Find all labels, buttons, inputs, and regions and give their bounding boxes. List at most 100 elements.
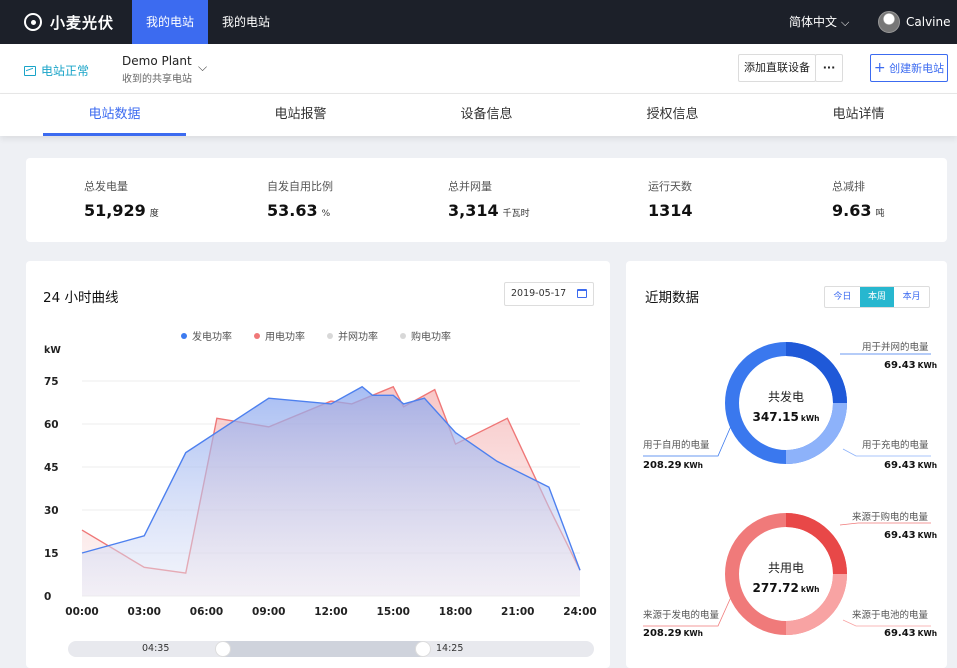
donut-total: 277.72: [752, 581, 799, 595]
summary-stats: 总发电量 51,929 度 自发自用比例 53.63% 总并网量 3,314 千瓦时…: [26, 158, 947, 242]
x-tick-label: 12:00: [314, 606, 347, 618]
chevron-down-icon[interactable]: ⌵: [198, 60, 207, 75]
y-tick-label: 0: [44, 591, 51, 603]
stat-grid-export: 总并网量 3,314 千瓦时: [448, 178, 530, 220]
donut-unit: kWh: [800, 585, 820, 594]
gen-charge-label: 用于充电的电量: [862, 440, 929, 451]
use-generation-label: 来源于发电的电量: [643, 610, 720, 621]
use-battery-value: 69.43 KWh: [884, 628, 937, 639]
recent-data-card: 近期数据 今日 本周 本月 共发电 347.15kWh 用于并网的电量 69.: [626, 261, 947, 668]
gen-grid-label: 用于并网的电量: [862, 342, 929, 353]
tab-authorization[interactable]: 授权信息: [601, 94, 744, 136]
more-button[interactable]: ···: [815, 54, 843, 82]
stat-total-generation: 总发电量 51,929 度: [84, 178, 159, 220]
stat-value: 3,314: [448, 201, 499, 220]
tab-plant-alarms[interactable]: 电站报警: [229, 94, 372, 136]
slider-handle-start[interactable]: [215, 641, 231, 657]
gen-grid-value: 69.43 KWh: [884, 360, 937, 371]
stat-running-days: 运行天数 1314: [648, 178, 697, 220]
value-unit: KWh: [683, 461, 704, 470]
curve-card: 24 小时曲线 2019-05-17 发电功率 用电功率 并网功率 购电功率 0…: [26, 261, 610, 668]
plant-header: 电站正常 Demo Plant 收到的共享电站 ⌵ 添加直联设备 ··· + 创…: [0, 44, 957, 94]
monitor-icon: [24, 65, 36, 76]
generation-total: 共发电 347.15 kWh: [741, 388, 831, 424]
y-tick-label: 75: [44, 376, 59, 388]
slider-start-label: 04:35: [142, 643, 170, 654]
stat-value: 51,929: [84, 201, 146, 220]
y-axis-label: kW: [44, 345, 61, 356]
use-generation-value: 208.29 KWh: [643, 628, 703, 639]
plus-icon: +: [873, 60, 886, 76]
slider-range: [223, 641, 423, 657]
value-unit: KWh: [917, 361, 938, 370]
app-logo[interactable]: 小麦光伏: [24, 0, 114, 44]
top-bar: 小麦光伏 我的电站 我的电站 简体中文 ⌵ Calvine: [0, 0, 957, 44]
gen-charge-value: 69.43 KWh: [884, 460, 937, 471]
stat-value: 1314: [648, 201, 693, 220]
donut-title: 共用电: [767, 561, 804, 575]
value-text: 69.43: [884, 628, 916, 639]
value-text: 208.29: [643, 460, 682, 471]
use-purchase-label: 来源于购电的电量: [852, 512, 929, 523]
language-selector[interactable]: 简体中文 ⌵: [789, 0, 849, 44]
slider-end-label: 14:25: [436, 643, 464, 654]
x-tick-label: 21:00: [501, 606, 534, 618]
stat-self-use-ratio: 自发自用比例 53.63%: [267, 178, 333, 220]
tab-device-info[interactable]: 设备信息: [415, 94, 558, 136]
gen-self-use-label: 用于自用的电量: [643, 440, 710, 451]
stat-label: 总并网量: [448, 180, 492, 193]
create-plant-label: 创建新电站: [889, 62, 945, 75]
generation-area: [82, 386, 580, 596]
chevron-down-icon: ⌵: [841, 16, 850, 29]
plant-status: 电站正常: [24, 62, 89, 79]
tab-active-indicator: [43, 133, 186, 136]
slider-handle-end[interactable]: [415, 641, 431, 657]
value-text: 69.43: [884, 460, 916, 471]
stat-label: 总发电量: [84, 180, 128, 193]
use-battery-label: 来源于电池的电量: [852, 610, 929, 621]
x-tick-label: 18:00: [439, 606, 472, 618]
power-chart: 0 15 30 45 60 75 kW 00:00 03:00 06:00 09:00 12:00 15…: [44, 345, 597, 618]
avatar: [878, 11, 900, 33]
user-name: Calvine: [906, 15, 951, 29]
section-tabs: 电站数据 电站报警 设备信息 授权信息 电站详情: [0, 94, 957, 136]
app-name: 小麦光伏: [50, 13, 115, 32]
stat-label: 总减排: [832, 180, 865, 193]
y-tick-label: 60: [44, 419, 59, 431]
y-tick-label: 45: [44, 462, 59, 474]
value-text: 69.43: [884, 530, 916, 541]
stat-label: 自发自用比例: [267, 180, 333, 193]
x-tick-label: 15:00: [377, 606, 410, 618]
donut-title: 共发电: [767, 390, 804, 404]
stat-unit: 吨: [875, 209, 885, 219]
user-menu[interactable]: Calvine: [878, 0, 951, 44]
stat-value: 9.63: [832, 201, 872, 220]
stat-unit: 千瓦时: [502, 209, 530, 219]
tab-plant-details[interactable]: 电站详情: [787, 94, 930, 136]
x-tick-label: 09:00: [252, 606, 285, 618]
language-label: 简体中文: [789, 15, 838, 29]
y-tick-label: 30: [44, 505, 59, 517]
stat-value: 53.63: [267, 201, 318, 220]
nav-tab-my-plants-2[interactable]: 我的电站: [208, 0, 284, 44]
tab-plant-data[interactable]: 电站数据: [43, 94, 186, 136]
add-device-button[interactable]: 添加直联设备: [738, 54, 816, 82]
value-unit: KWh: [683, 629, 704, 638]
plant-status-label: 电站正常: [41, 64, 90, 78]
value-text: 208.29: [643, 628, 682, 639]
leader-line: [839, 522, 931, 526]
nav-tab-my-plants[interactable]: 我的电站: [132, 0, 209, 44]
value-text: 69.43: [884, 360, 916, 371]
time-range-slider[interactable]: 04:35 14:25: [68, 641, 594, 657]
stat-label: 运行天数: [648, 180, 692, 193]
logo-icon: [24, 13, 42, 31]
donut-unit: kWh: [800, 414, 820, 423]
gen-self-use-value: 208.29 KWh: [643, 460, 703, 471]
value-unit: KWh: [917, 531, 938, 540]
x-tick-label: 24:00: [563, 606, 596, 618]
create-plant-button[interactable]: + 创建新电站: [870, 54, 948, 82]
plant-selector[interactable]: Demo Plant 收到的共享电站: [122, 54, 192, 85]
value-unit: KWh: [917, 629, 938, 638]
stat-unit: %: [321, 209, 331, 219]
plant-name: Demo Plant: [122, 54, 192, 68]
